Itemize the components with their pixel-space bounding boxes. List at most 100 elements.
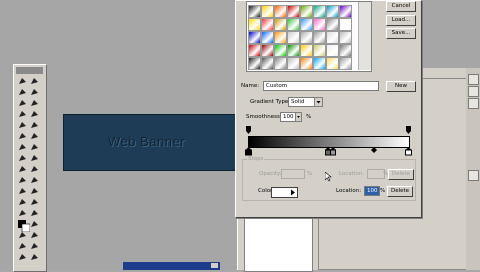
gradient-preset-swatch[interactable] (339, 18, 352, 31)
tool-icon[interactable] (18, 242, 27, 250)
tool-icon[interactable] (18, 110, 27, 118)
name-field[interactable]: Custom (263, 81, 379, 91)
gradient-preset-swatch[interactable] (248, 44, 261, 57)
minimized-window-titlebar[interactable] (123, 262, 220, 270)
gradient-preset-swatch[interactable] (287, 31, 300, 44)
gradient-preset-swatch[interactable] (313, 44, 326, 57)
gradient-preset-swatch[interactable] (287, 57, 300, 70)
gradient-preset-swatch[interactable] (300, 18, 313, 31)
location-field[interactable]: 100 (364, 186, 380, 196)
dropdown-arrow-icon[interactable] (314, 97, 323, 107)
gradient-preset-swatch[interactable] (326, 57, 339, 70)
tool-icon[interactable] (30, 220, 39, 228)
tool-icon[interactable] (30, 77, 39, 85)
gradient-preset-swatch[interactable] (313, 57, 326, 70)
tool-icon[interactable] (30, 187, 39, 195)
gradient-preset-swatch[interactable] (287, 5, 300, 18)
color-stop-mid-icon[interactable] (325, 147, 337, 156)
gradient-preset-swatch[interactable] (300, 31, 313, 44)
tool-icon[interactable] (30, 198, 39, 206)
tool-icon[interactable] (30, 231, 39, 239)
palette-grip[interactable] (16, 67, 43, 74)
gradient-preset-swatch[interactable] (261, 31, 274, 44)
gradient-preset-swatch[interactable] (313, 5, 326, 18)
gradient-preset-swatch[interactable] (248, 57, 261, 70)
tool-icon[interactable] (30, 99, 39, 107)
gradient-preset-swatch[interactable] (261, 5, 274, 18)
tool-icon[interactable] (18, 77, 27, 85)
midpoint-diamond-icon[interactable] (371, 147, 377, 153)
gradient-preset-swatch[interactable] (274, 18, 287, 31)
gradient-type-select[interactable]: Solid (288, 97, 317, 107)
panel-button[interactable] (468, 74, 479, 85)
gradient-preset-swatch[interactable] (300, 44, 313, 57)
tool-icon[interactable] (30, 253, 39, 261)
gradient-preset-swatch[interactable] (313, 18, 326, 31)
tool-icon[interactable] (30, 242, 39, 250)
tool-icon[interactable] (18, 99, 27, 107)
gradient-preset-swatch[interactable] (339, 57, 352, 70)
color-stop-left-icon[interactable] (245, 147, 253, 156)
tool-icon[interactable] (30, 121, 39, 129)
tool-icon[interactable] (18, 143, 27, 151)
panel-button[interactable] (468, 170, 479, 181)
color-stop-right-icon[interactable] (405, 147, 413, 156)
opacity-stop-right-icon[interactable] (405, 125, 413, 135)
gradient-preset-swatch[interactable] (248, 31, 261, 44)
tool-icon[interactable] (30, 132, 39, 140)
tool-icon[interactable] (30, 209, 39, 217)
window-control-icon[interactable] (211, 263, 218, 268)
smoothness-arrow-icon[interactable] (295, 112, 302, 122)
color-swatches-icon[interactable] (18, 220, 30, 232)
tool-icon[interactable] (18, 121, 27, 129)
tool-icon[interactable] (30, 143, 39, 151)
panel-button[interactable] (468, 86, 479, 97)
tool-icon[interactable] (18, 253, 27, 261)
tool-icon[interactable] (18, 176, 27, 184)
tool-icon[interactable] (18, 154, 27, 162)
tool-icon[interactable] (30, 110, 39, 118)
gradient-preset-swatch[interactable] (326, 44, 339, 57)
gradient-preset-swatch[interactable] (274, 57, 287, 70)
save-button[interactable]: Save... (386, 28, 416, 39)
tool-icon[interactable] (18, 231, 27, 239)
color-arrow-icon[interactable] (289, 188, 297, 197)
tool-icon[interactable] (18, 132, 27, 140)
new-button[interactable]: New (386, 81, 416, 92)
gradient-preset-swatch[interactable] (339, 5, 352, 18)
gradient-preset-swatch[interactable] (274, 31, 287, 44)
gradient-preset-swatch[interactable] (326, 18, 339, 31)
gradient-preset-swatch[interactable] (274, 44, 287, 57)
stop-color-swatch[interactable] (271, 187, 298, 198)
tool-icon[interactable] (18, 187, 27, 195)
gradient-preset-swatch[interactable] (326, 31, 339, 44)
tool-icon[interactable] (30, 165, 39, 173)
gradient-preset-swatch[interactable] (248, 18, 261, 31)
gradient-preset-swatch[interactable] (261, 57, 274, 70)
cancel-button[interactable]: Cancel (386, 1, 416, 12)
presets-scrollbar[interactable] (358, 2, 371, 70)
tool-icon[interactable] (30, 88, 39, 96)
tool-icon[interactable] (30, 176, 39, 184)
banner-canvas[interactable]: Web Banner (63, 114, 251, 171)
gradient-preset-swatch[interactable] (261, 18, 274, 31)
smoothness-field[interactable]: 100 (280, 112, 296, 122)
tool-icon[interactable] (18, 88, 27, 96)
gradient-preset-swatch[interactable] (326, 5, 339, 18)
gradient-preset-swatch[interactable] (287, 44, 300, 57)
gradient-preset-swatch[interactable] (261, 44, 274, 57)
tool-icon[interactable] (18, 209, 27, 217)
gradient-preset-swatch[interactable] (248, 5, 261, 18)
gradient-preset-swatch[interactable] (339, 44, 352, 57)
gradient-preset-swatch[interactable] (300, 57, 313, 70)
gradient-preset-swatch[interactable] (287, 18, 300, 31)
gradient-preset-swatch[interactable] (313, 31, 326, 44)
tool-icon[interactable] (18, 198, 27, 206)
gradient-preset-swatch[interactable] (274, 5, 287, 18)
tool-icon[interactable] (30, 154, 39, 162)
gradient-preset-swatch[interactable] (300, 5, 313, 18)
gradient-preset-swatch[interactable] (339, 31, 352, 44)
tool-icon[interactable] (18, 165, 27, 173)
preset-grid[interactable] (248, 2, 356, 70)
opacity-stop-left-icon[interactable] (245, 125, 253, 135)
